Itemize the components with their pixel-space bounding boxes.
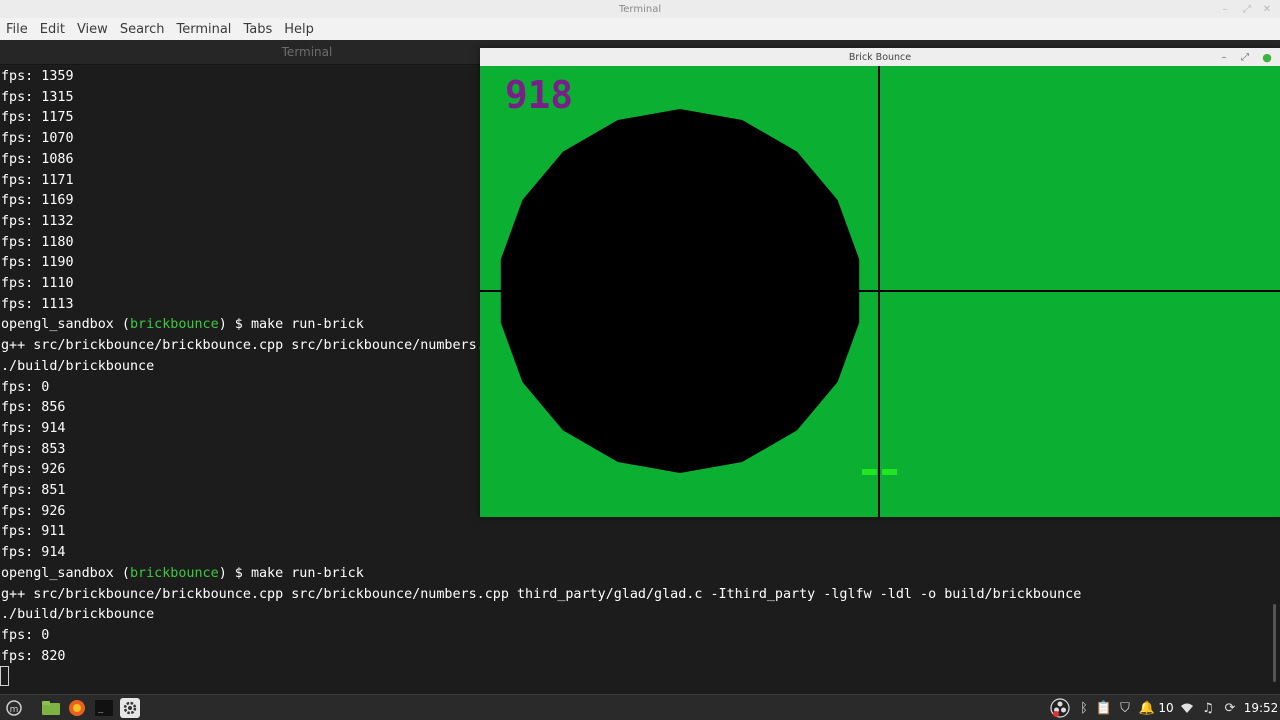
output-line: fps: 856 — [1, 400, 66, 416]
paddle-left — [862, 469, 877, 475]
prompt-command: make run-brick — [250, 565, 364, 581]
menu-search[interactable]: Search — [114, 22, 171, 37]
music-icon[interactable]: ♫ — [1200, 698, 1216, 718]
prompt-branch: brickbounce — [130, 565, 219, 581]
output-line: fps: 1359 — [1, 69, 74, 84]
output-line: fps: 1190 — [1, 255, 74, 271]
output-line: fps: 1086 — [1, 151, 74, 167]
scrollbar[interactable] — [1273, 604, 1276, 682]
output-line: fps: 1110 — [1, 276, 74, 291]
output-line: fps: 0 — [1, 627, 50, 643]
menu-help[interactable]: Help — [278, 22, 320, 37]
menu-terminal[interactable]: Terminal — [170, 22, 237, 37]
close-icon[interactable]: ✕ — [1256, 0, 1278, 18]
output-line: g++ src/brickbounce/brickbounce.cpp src/… — [1, 586, 1082, 602]
prompt-branch: brickbounce — [130, 317, 219, 333]
prompt-dir: opengl_sandbox — [1, 565, 114, 581]
terminal-icon[interactable]: _ — [94, 698, 114, 718]
game-scene: 918 — [480, 66, 1280, 517]
prompt-command: make run-brick — [250, 317, 364, 333]
output-line: fps: 1180 — [1, 234, 74, 250]
update-icon[interactable]: ⟳ — [1222, 698, 1238, 718]
window-title: Terminal — [618, 3, 662, 15]
text-cursor — [0, 666, 9, 686]
output-line: fps: 914 — [1, 545, 66, 561]
output-line: fps: 1113 — [1, 296, 74, 312]
output-line: fps: 1171 — [1, 172, 74, 188]
clipboard-icon[interactable]: 📋 — [1096, 698, 1112, 718]
firefox-icon[interactable] — [67, 698, 87, 718]
output-line: fps: 914 — [1, 420, 66, 436]
output-line: fps: 853 — [1, 441, 66, 457]
ball — [500, 109, 860, 473]
menu-view[interactable]: View — [71, 22, 114, 37]
game-window-title: Brick Bounce — [848, 51, 912, 63]
menu-file[interactable]: File — [0, 22, 34, 37]
score-display: 918 — [505, 73, 573, 117]
shield-icon[interactable]: ⛉ — [1117, 698, 1133, 718]
desktop: Terminal – ⤢ ✕ File Edit View Search Ter… — [0, 0, 1280, 720]
game-minimize-icon[interactable]: – — [1214, 48, 1234, 66]
menu-tabs[interactable]: Tabs — [237, 22, 278, 37]
paddle-right — [882, 469, 897, 475]
prompt-dir: opengl_sandbox — [1, 317, 114, 333]
output-line: fps: 1315 — [1, 89, 74, 105]
menu-icon[interactable]: m — [4, 698, 24, 718]
clock[interactable]: 19:52 — [1243, 698, 1279, 718]
network-icon[interactable] — [1179, 698, 1195, 718]
game-canvas[interactable]: 918 — [480, 66, 1280, 517]
output-line: fps: 0 — [1, 379, 50, 395]
output-line: g++ src/brickbounce/brickbounce.cpp src/… — [1, 338, 485, 354]
output-line: fps: 1169 — [1, 193, 74, 209]
minimize-icon[interactable]: – — [1214, 0, 1236, 18]
svg-text:m: m — [10, 705, 19, 715]
obs-icon[interactable] — [1049, 698, 1071, 718]
game-titlebar[interactable]: Brick Bounce – ⤢ ● — [480, 48, 1280, 66]
output-line: fps: 820 — [1, 648, 66, 664]
output-line: fps: 1175 — [1, 110, 74, 126]
bluetooth-icon[interactable]: ᛒ — [1076, 698, 1092, 718]
prompt-line: opengl_sandbox (brickbounce) $ make run-… — [1, 317, 364, 333]
volume-level: 10 — [1158, 701, 1174, 715]
svg-text:_: _ — [98, 704, 104, 714]
game-maximize-icon[interactable]: ⤢ — [1235, 48, 1255, 66]
output-line: ./build/brickbounce — [1, 607, 155, 623]
terminal-titlebar[interactable]: Terminal – ⤢ ✕ — [0, 0, 1280, 18]
output-line: fps: 911 — [1, 524, 66, 540]
settings-icon[interactable] — [120, 698, 140, 718]
notifications-icon[interactable]: 🔔 — [1139, 698, 1155, 718]
brick-bounce-window[interactable]: Brick Bounce – ⤢ ● 918 — [480, 48, 1280, 517]
game-close-icon[interactable]: ● — [1257, 48, 1277, 66]
taskbar: m _ ᛒ 📋 ⛉ 🔔 10 ♫ ⟳ 19:52 — [0, 694, 1280, 720]
maximize-icon[interactable]: ⤢ — [1236, 0, 1258, 18]
menubar: File Edit View Search Terminal Tabs Help — [0, 18, 1280, 40]
output-line: fps: 1070 — [1, 131, 74, 147]
menu-edit[interactable]: Edit — [34, 22, 71, 37]
output-line: fps: 1132 — [1, 213, 74, 229]
output-line: fps: 851 — [1, 483, 66, 498]
prompt-line: opengl_sandbox (brickbounce) $ make run-… — [1, 565, 364, 581]
output-line: ./build/brickbounce — [1, 358, 155, 374]
output-line: fps: 926 — [1, 503, 66, 519]
output-line: fps: 926 — [1, 462, 66, 478]
files-icon[interactable] — [41, 698, 61, 718]
